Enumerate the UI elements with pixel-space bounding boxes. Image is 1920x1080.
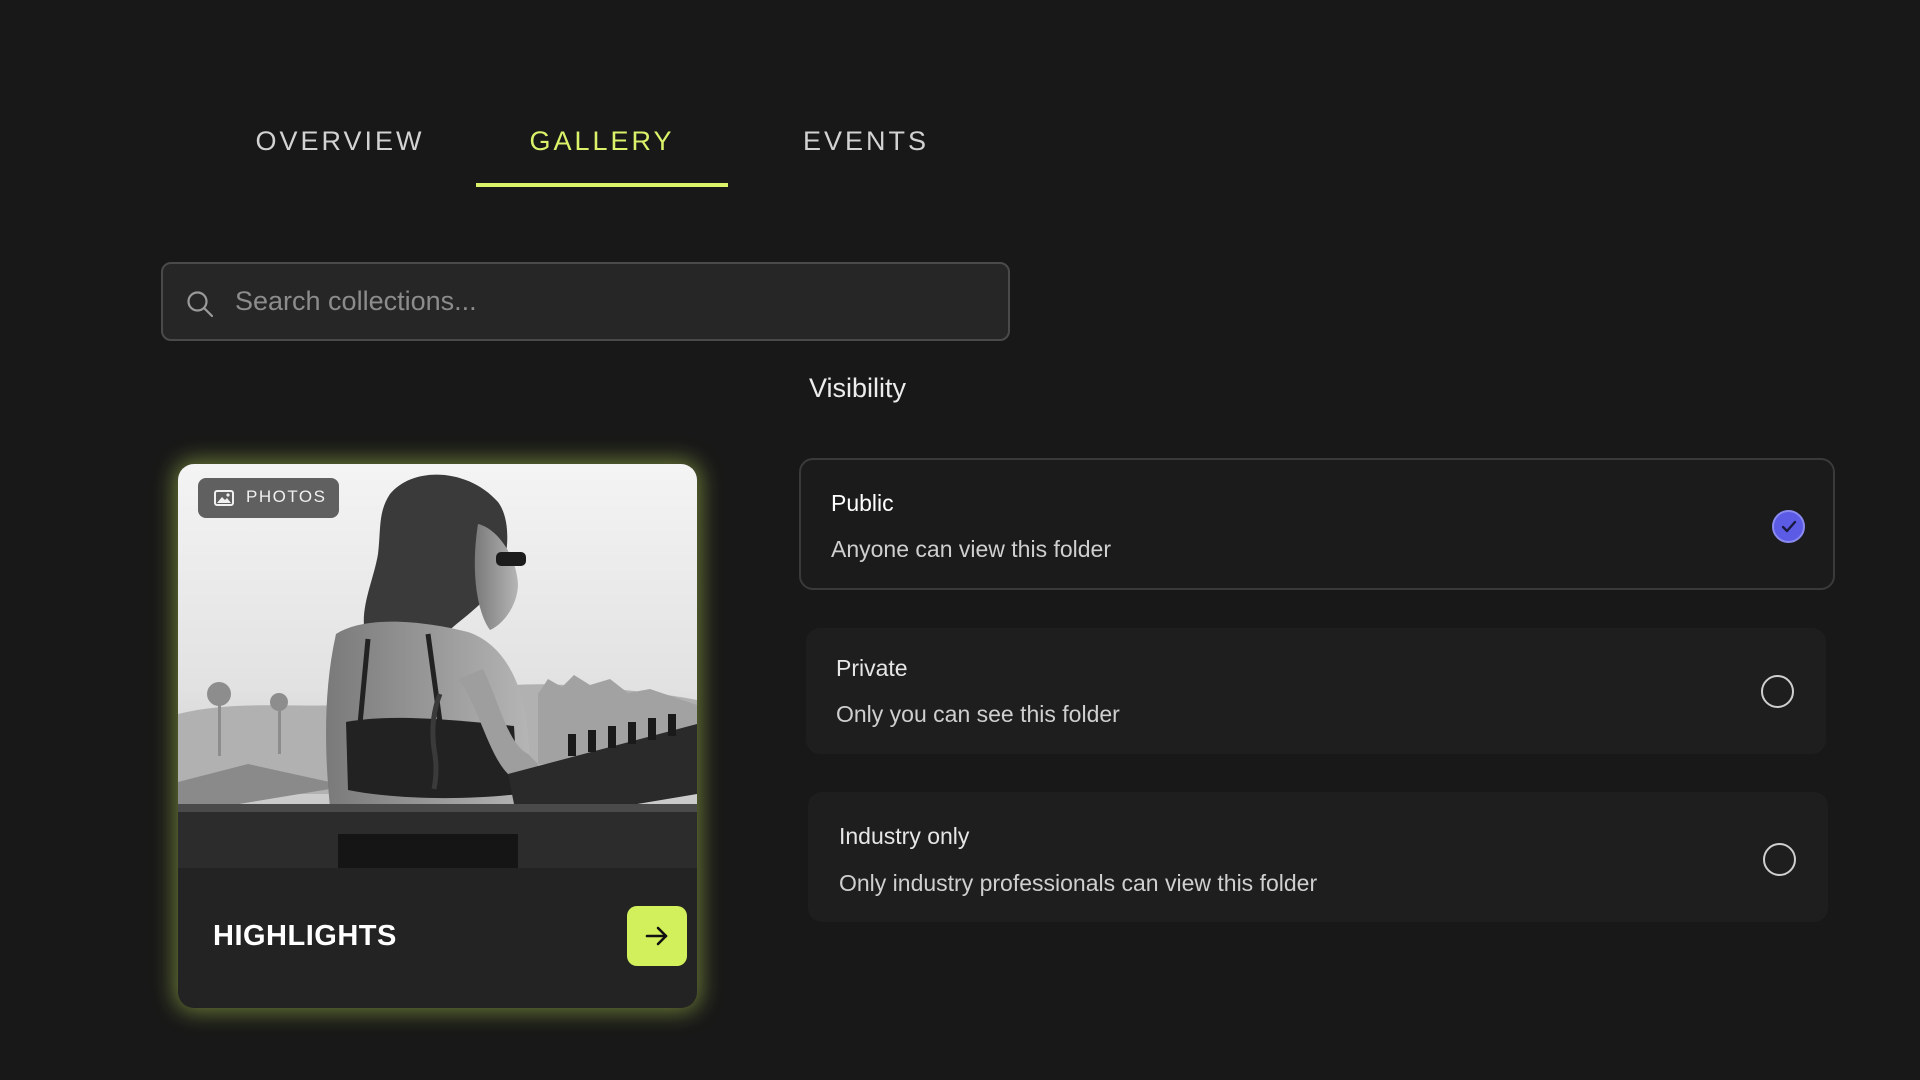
visibility-option-public[interactable]: Public Anyone can view this folder xyxy=(799,458,1835,590)
search-icon xyxy=(187,291,214,318)
search-input[interactable] xyxy=(235,264,995,339)
open-collection-button[interactable] xyxy=(627,906,687,966)
photos-badge: PHOTOS xyxy=(198,478,339,518)
option-label: Industry only xyxy=(839,823,970,849)
page: OVERVIEW GALLERY EVENTS Visibility Publi… xyxy=(0,0,1920,1080)
option-description: Only you can see this folder xyxy=(836,701,1120,727)
tab-overview-label: OVERVIEW xyxy=(255,126,425,156)
tab-bar: OVERVIEW GALLERY EVENTS xyxy=(190,105,990,187)
visibility-option-private[interactable]: Private Only you can see this folder xyxy=(806,628,1826,754)
radio-industry[interactable] xyxy=(1763,843,1796,876)
collection-photo xyxy=(178,464,697,868)
check-icon xyxy=(1781,520,1797,533)
collection-card[interactable]: PHOTOS HIGHLIGHTS xyxy=(178,464,697,1008)
radio-private[interactable] xyxy=(1761,675,1794,708)
tab-events[interactable]: EVENTS xyxy=(766,105,966,187)
option-label: Private xyxy=(836,655,908,681)
tab-gallery[interactable]: GALLERY xyxy=(476,105,728,187)
search-box xyxy=(161,262,1010,341)
visibility-option-industry[interactable]: Industry only Only industry professional… xyxy=(808,792,1828,922)
active-tab-indicator xyxy=(476,183,728,187)
arrow-right-icon xyxy=(645,926,668,946)
option-label: Public xyxy=(831,490,894,516)
tab-overview[interactable]: OVERVIEW xyxy=(230,105,450,187)
radio-public[interactable] xyxy=(1772,510,1805,543)
image-icon xyxy=(214,490,234,506)
tab-gallery-label: GALLERY xyxy=(529,126,675,156)
option-description: Anyone can view this folder xyxy=(831,536,1111,562)
collection-title: HIGHLIGHTS xyxy=(213,920,397,952)
tab-events-label: EVENTS xyxy=(802,126,930,156)
option-description: Only industry professionals can view thi… xyxy=(839,870,1318,896)
visibility-heading: Visibility xyxy=(809,373,907,403)
badge-label: PHOTOS xyxy=(246,487,327,506)
